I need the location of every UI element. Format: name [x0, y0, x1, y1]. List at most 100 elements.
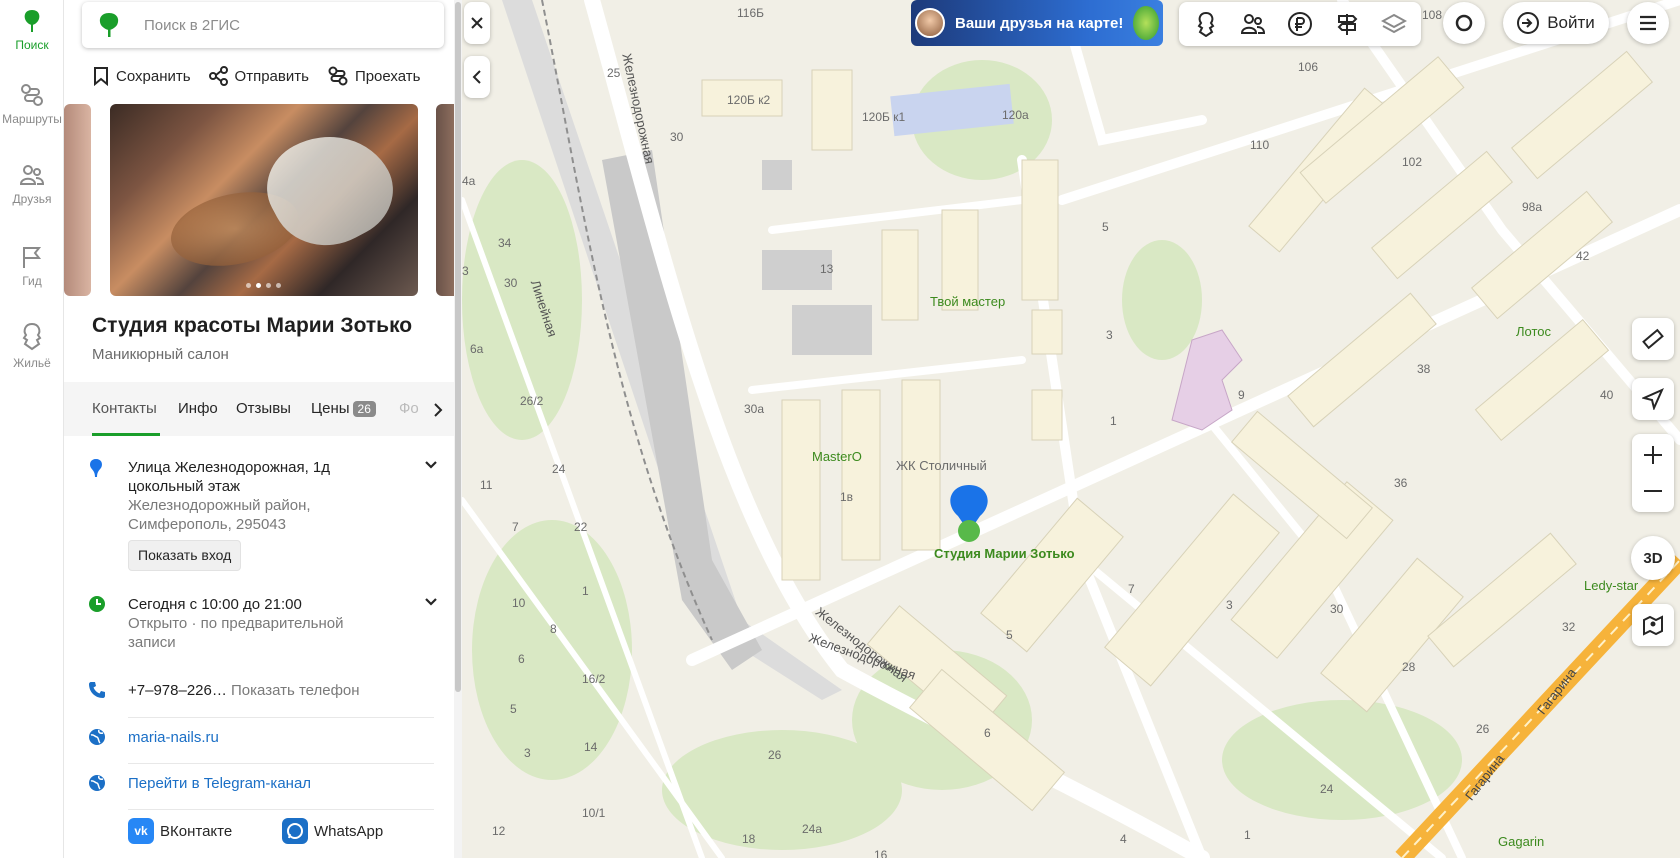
vk-link[interactable]: vk ВКонтакте	[128, 818, 232, 844]
selected-poi-label[interactable]: Студия Марии Зотько	[934, 546, 1075, 561]
save-button[interactable]: Сохранить	[92, 64, 191, 88]
house-number: 10/1	[582, 806, 606, 820]
map-pin-icon	[1643, 615, 1663, 636]
ruble-icon[interactable]	[1287, 11, 1313, 37]
house-number: 11	[480, 478, 493, 492]
house-number: 3	[1226, 598, 1233, 612]
rail-item-guide[interactable]: Гид	[0, 244, 64, 288]
hours-today: Сегодня с 10:00 до 21:00	[128, 596, 302, 613]
telegram-link[interactable]: Перейти в Telegram-канал	[128, 774, 311, 793]
map-layers-toolbar	[1179, 2, 1421, 46]
poi-label[interactable]: Лотос	[1516, 324, 1551, 339]
3d-toggle-button[interactable]: 3D	[1631, 536, 1675, 580]
show-phone-link[interactable]: Показать телефон	[231, 682, 360, 699]
route-icon	[21, 84, 43, 106]
poi-label[interactable]: MasterO	[812, 449, 862, 464]
show-entry-button[interactable]: Показать вход	[128, 540, 242, 571]
layers-icon[interactable]	[1380, 11, 1407, 37]
photo-dot	[256, 283, 261, 288]
house-number: 36	[1394, 476, 1408, 490]
rail-label-friends: Друзья	[12, 192, 52, 206]
photo-gallery[interactable]	[64, 104, 462, 296]
tab-prices[interactable]: Цены 26	[311, 400, 376, 417]
address-line3: Железнодорожный район,	[128, 497, 311, 514]
whatsapp-label: WhatsApp	[314, 822, 384, 840]
share-button[interactable]: Отправить	[208, 64, 309, 88]
address-line1: Улица Железнодорожная, 1д	[128, 459, 331, 476]
house-number: 1	[1244, 828, 1251, 842]
clock-icon	[89, 596, 105, 612]
rail-item-friends[interactable]: Друзья	[0, 162, 64, 206]
ruler-button[interactable]	[1632, 318, 1674, 360]
house-number: 26	[768, 748, 782, 762]
house-number: 30	[504, 276, 518, 290]
house-number: 3	[524, 746, 531, 760]
login-button[interactable]: Войти	[1503, 2, 1609, 44]
search-input[interactable]	[144, 11, 424, 39]
scrollbar-thumb[interactable]	[455, 2, 461, 692]
globe-icon	[89, 729, 105, 745]
house-icon[interactable]	[1193, 11, 1219, 37]
friends-promo-banner[interactable]: Ваши друзья на карте!	[911, 0, 1163, 46]
house-number: 1	[1110, 414, 1117, 428]
save-label: Сохранить	[116, 67, 191, 85]
tab-photos[interactable]: Фо	[399, 400, 419, 417]
hours-note2: записи	[128, 634, 176, 651]
house-number: 30	[1330, 602, 1344, 616]
avatar	[915, 8, 945, 38]
menu-button[interactable]	[1627, 2, 1669, 44]
chevron-right-icon[interactable]	[432, 402, 444, 418]
friends-icon[interactable]	[1240, 11, 1266, 37]
photo-prev[interactable]	[64, 104, 91, 296]
photo-dot	[266, 283, 271, 288]
whatsapp-link[interactable]: WhatsApp	[282, 818, 383, 844]
bookmark-icon	[94, 67, 108, 86]
tab-info[interactable]: Инфо	[178, 400, 218, 417]
house-number: 3	[462, 264, 469, 278]
tab-reviews[interactable]: Отзывы	[236, 400, 291, 417]
rail-item-routes[interactable]: Маршруты	[0, 82, 64, 126]
house-number: 34	[498, 236, 512, 250]
panel-scrollbar[interactable]	[454, 0, 462, 858]
rail-item-housing[interactable]: Жильё	[0, 322, 64, 370]
theme-toggle-button[interactable]	[1443, 2, 1485, 44]
house-number: 8	[550, 622, 557, 636]
tab-contacts[interactable]: Контакты	[92, 400, 157, 417]
hours-text: Сегодня с 10:00 до 21:00 Открыто · по пр…	[128, 595, 343, 652]
my-location-button[interactable]	[1632, 378, 1674, 420]
map-pin-button[interactable]	[1632, 604, 1674, 646]
collapse-panel-button[interactable]	[464, 56, 490, 98]
card-actions: Сохранить Отправить Проехать	[92, 64, 420, 88]
rail-label-housing: Жильё	[13, 356, 51, 370]
vk-icon: vk	[128, 818, 154, 844]
house-number: 9	[1238, 388, 1245, 402]
close-card-button[interactable]	[464, 2, 490, 44]
hours-status-line: Открыто · по предварительной	[128, 615, 344, 632]
rail-item-search[interactable]: Поиск	[0, 8, 64, 52]
divider	[128, 763, 434, 764]
promo-decoration-icon	[1133, 6, 1159, 40]
rail-label-search: Поиск	[15, 38, 49, 52]
zoom-in-icon[interactable]	[1642, 444, 1664, 466]
website-link[interactable]: maria-nails.ru	[128, 728, 219, 747]
location-pin-icon	[90, 459, 102, 477]
house-number: 26	[1476, 722, 1490, 736]
chevron-down-icon[interactable]	[424, 597, 438, 607]
poi-label[interactable]: Твой мастер	[930, 294, 1005, 309]
route-button[interactable]: Проехать	[327, 64, 421, 88]
login-icon	[1517, 12, 1540, 34]
poi-label[interactable]: Ledy-star	[1584, 578, 1638, 593]
poi-label[interactable]: Gagarin	[1498, 834, 1544, 849]
chevron-down-icon[interactable]	[424, 460, 438, 470]
route-label: Проехать	[354, 67, 421, 85]
zoom-out-icon[interactable]	[1642, 480, 1664, 502]
photo-main[interactable]	[110, 104, 418, 296]
house-number: 16/2	[582, 672, 606, 686]
search-box[interactable]	[82, 2, 444, 48]
house-number: 30	[670, 130, 684, 144]
map[interactable]: 116Б 25 30 120Б к2 120Б к1 120а 106 110 …	[462, 0, 1680, 858]
house-number: 3	[1106, 328, 1113, 342]
navigation-arrow-icon	[1642, 388, 1664, 410]
house-number: 30а	[744, 402, 765, 416]
signpost-icon[interactable]	[1334, 11, 1360, 37]
